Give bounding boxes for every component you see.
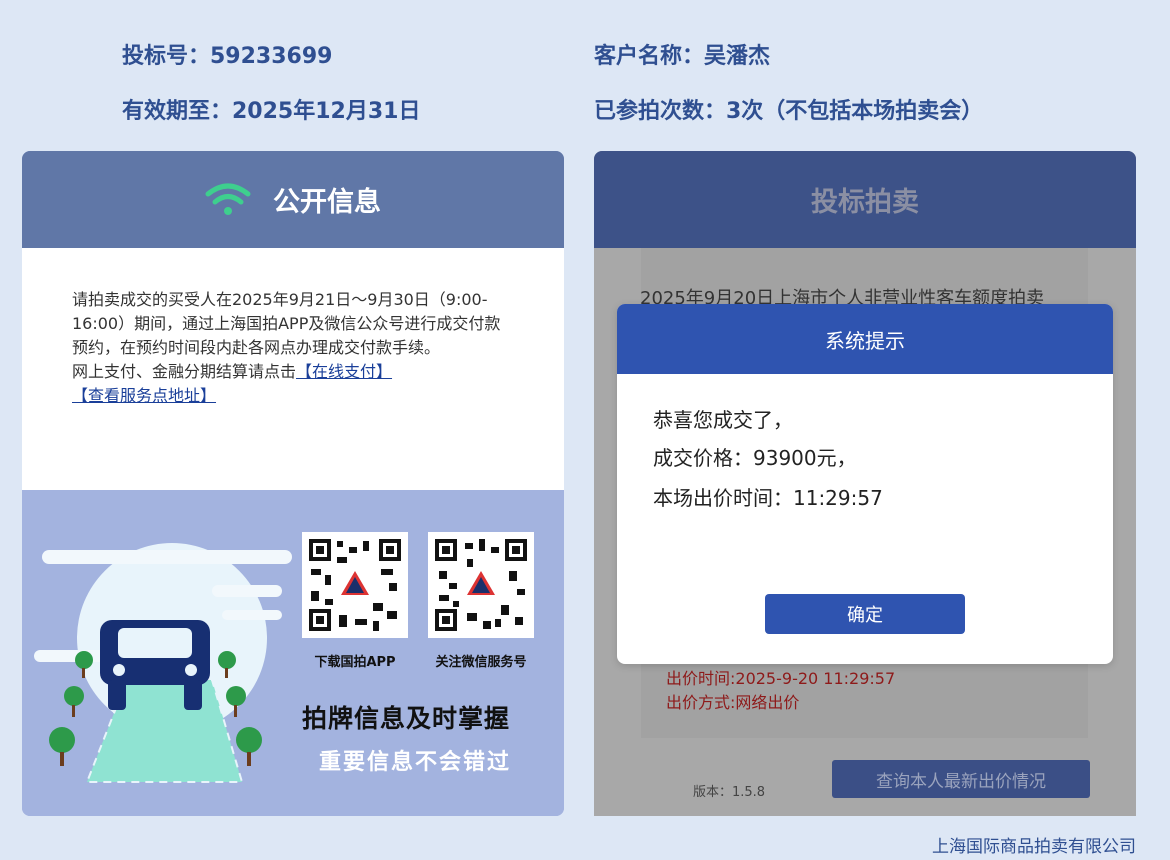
bid-method: 出价方式:网络出价: [666, 693, 800, 712]
wifi-icon: [205, 183, 251, 215]
bid-auction-title: 投标拍卖: [811, 187, 919, 218]
slogan-sub: 重要信息不会错过: [319, 750, 512, 775]
payment-line: 网上支付、金融分期结算请点击【在线支付】: [72, 360, 512, 384]
query-latest-bid-button[interactable]: 查询本人最新出价情况: [832, 760, 1090, 798]
public-info-panel: 公开信息 请拍卖成交的买受人在2025年9月21日～9月30日（9:00-16:…: [22, 151, 564, 816]
valid-until: 有效期至：2025年12月31日: [122, 99, 421, 124]
bid-time: 出价时间:2025-9-20 11:29:57: [666, 669, 896, 688]
dialog-congrats: 恭喜您成交了，: [653, 408, 793, 432]
company-name: 上海国际商品拍卖有限公司: [932, 837, 1136, 857]
qr-app-caption: 下载国拍APP: [314, 655, 396, 670]
dialog-price: 成交价格：93900元，: [653, 446, 857, 470]
bid-number: 投标号：59233699: [122, 44, 333, 69]
online-pay-link[interactable]: 【在线支付】: [296, 362, 392, 381]
qr-wechat-caption: 关注微信服务号: [435, 655, 527, 670]
confirm-button[interactable]: 确定: [765, 594, 965, 634]
qr-code-wechat: [428, 532, 534, 638]
notice-box: 请拍卖成交的买受人在2025年9月21日～9月30日（9:00-16:00）期间…: [22, 248, 564, 490]
public-info-title: 公开信息: [273, 187, 381, 218]
payment-text: 网上支付、金融分期结算请点击: [72, 362, 297, 381]
version-label: 版本：1.5.8: [693, 785, 766, 800]
slogan-main: 拍牌信息及时掌握: [302, 704, 511, 733]
client-name: 客户名称：吴潘杰: [594, 44, 771, 69]
dialog-title: 系统提示: [617, 304, 1113, 374]
dialog-bid-time: 本场出价时间：11:29:57: [653, 486, 883, 510]
system-prompt-dialog: 系统提示 恭喜您成交了， 成交价格：93900元， 本场出价时间：11:29:5…: [617, 304, 1113, 664]
public-info-header: 公开信息: [22, 151, 564, 248]
service-address-link[interactable]: 【查看服务点地址】: [72, 386, 216, 405]
notice-text: 请拍卖成交的买受人在2025年9月21日～9月30日（9:00-16:00）期间…: [72, 290, 501, 357]
bid-auction-header: 投标拍卖: [594, 151, 1136, 248]
participation-count: 已参拍次数：3次（不包括本场拍卖会）: [594, 99, 984, 124]
qr-code-app: [302, 532, 408, 638]
